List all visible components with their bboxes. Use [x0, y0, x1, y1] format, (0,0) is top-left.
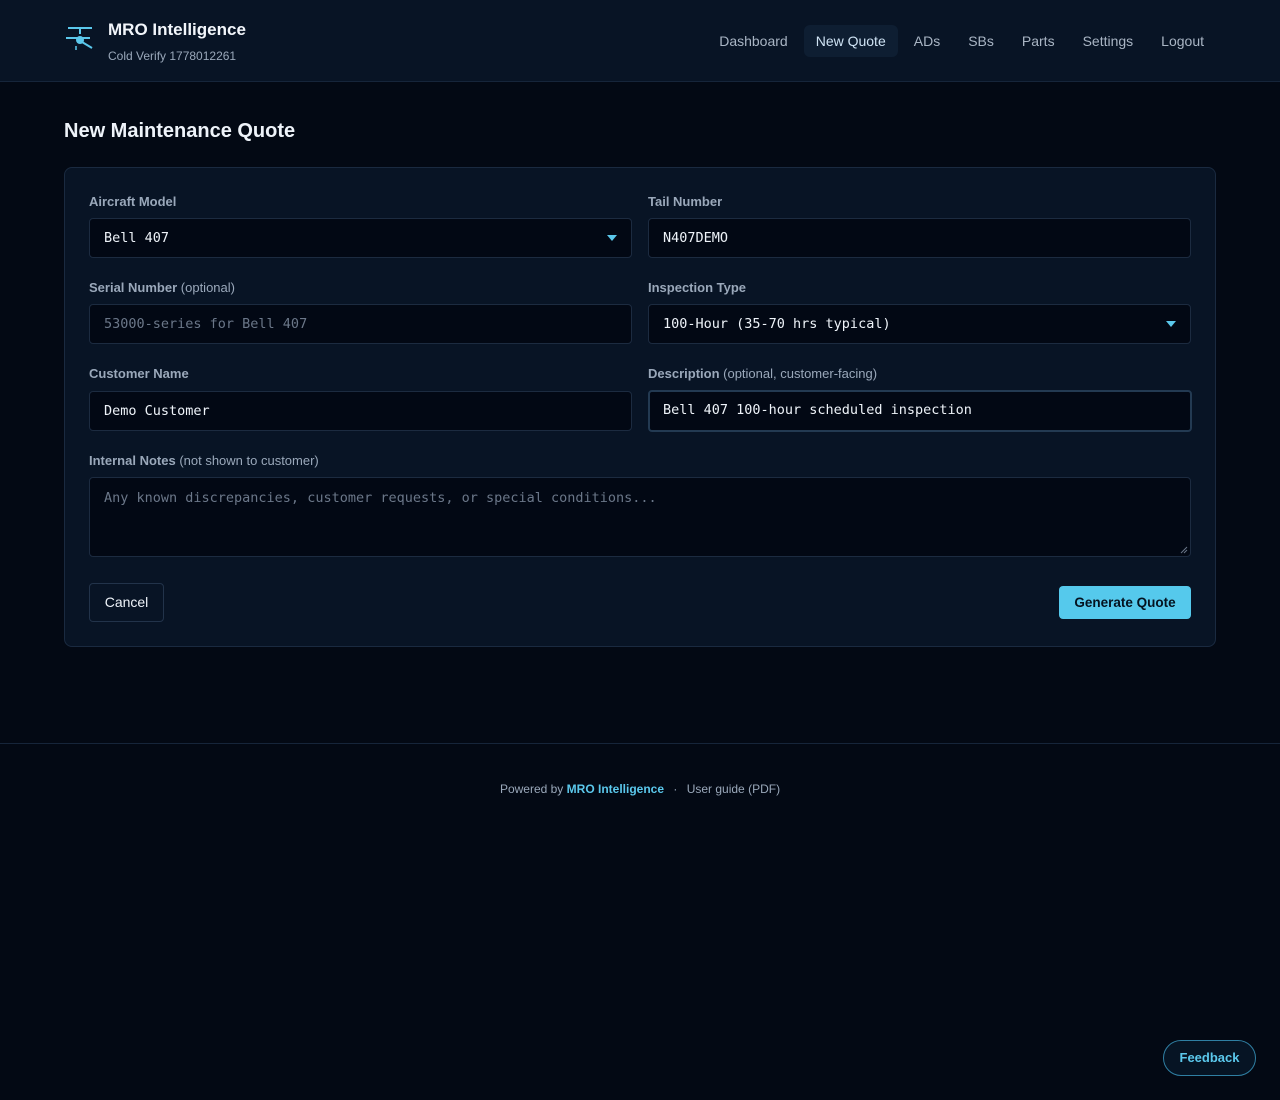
nav-settings[interactable]: Settings	[1071, 25, 1146, 57]
aircraft-model-select[interactable]: Bell 407	[89, 218, 632, 258]
serial-number-input[interactable]: 53000-series for Bell 407	[89, 304, 632, 344]
nav-ads[interactable]: ADs	[902, 25, 952, 57]
inspection-type-value: 100-Hour (35-70 hrs typical)	[663, 316, 891, 332]
feedback-button[interactable]: Feedback	[1163, 1040, 1256, 1076]
brand-footer-link[interactable]: MRO Intelligence	[567, 782, 664, 796]
tail-number-label: Tail Number	[648, 194, 723, 209]
serial-number-label-note: (optional)	[180, 280, 235, 295]
nav-dashboard[interactable]: Dashboard	[707, 25, 800, 57]
footer-separator: ·	[673, 782, 678, 796]
brand-subtitle: Cold Verify 1778012261	[108, 49, 237, 63]
chevron-down-icon	[1166, 321, 1176, 327]
brand-title: MRO Intelligence	[108, 20, 246, 39]
description-input[interactable]: Bell 407 100-hour scheduled inspection	[648, 390, 1192, 432]
description-label-text: Description	[648, 366, 720, 381]
internal-notes-label-note: (not shown to customer)	[179, 453, 319, 468]
page-title: New Maintenance Quote	[64, 120, 296, 142]
inspection-type-label: Inspection Type	[648, 280, 746, 295]
description-label: Description (optional, customer-facing)	[648, 366, 877, 381]
quote-form-card: Aircraft Model Bell 407 Tail Number N407…	[64, 167, 1216, 647]
serial-number-label-text: Serial Number	[89, 280, 178, 295]
description-label-note: (optional, customer-facing)	[723, 366, 878, 381]
nav-sbs[interactable]: SBs	[956, 25, 1006, 57]
tail-number-input[interactable]: N407DEMO	[648, 218, 1191, 258]
top-header: MRO Intelligence Cold Verify 1778012261 …	[0, 0, 1280, 82]
aircraft-model-value: Bell 407	[104, 230, 170, 246]
aircraft-model-label: Aircraft Model	[89, 194, 177, 209]
internal-notes-placeholder: Any known discrepancies, customer reques…	[104, 490, 657, 506]
nav-parts[interactable]: Parts	[1010, 25, 1067, 57]
footer: Powered by MRO Intelligence · User guide…	[0, 782, 1280, 796]
nav-new-quote[interactable]: New Quote	[803, 25, 898, 57]
inspection-type-select[interactable]: 100-Hour (35-70 hrs typical)	[648, 304, 1191, 344]
powered-by-text: Powered by	[499, 782, 564, 796]
user-guide-link[interactable]: User guide (PDF)	[687, 782, 780, 796]
resize-handle-icon[interactable]	[1180, 546, 1188, 554]
internal-notes-label: Internal Notes (not shown to customer)	[89, 453, 319, 468]
customer-name-input[interactable]: Demo Customer	[89, 391, 632, 431]
customer-name-label: Customer Name	[89, 366, 189, 381]
helicopter-icon	[66, 27, 93, 50]
chevron-down-icon	[607, 235, 617, 241]
nav-logout[interactable]: Logout	[1149, 25, 1216, 57]
main-nav: Dashboard New Quote ADs SBs Parts Settin…	[707, 25, 1216, 57]
generate-quote-button[interactable]: Generate Quote	[1059, 586, 1191, 619]
internal-notes-textarea[interactable]: Any known discrepancies, customer reques…	[89, 477, 1191, 557]
footer-divider	[0, 743, 1280, 744]
serial-number-label: Serial Number (optional)	[89, 280, 235, 295]
internal-notes-label-text: Internal Notes	[89, 453, 176, 468]
cancel-button[interactable]: Cancel	[89, 583, 164, 622]
